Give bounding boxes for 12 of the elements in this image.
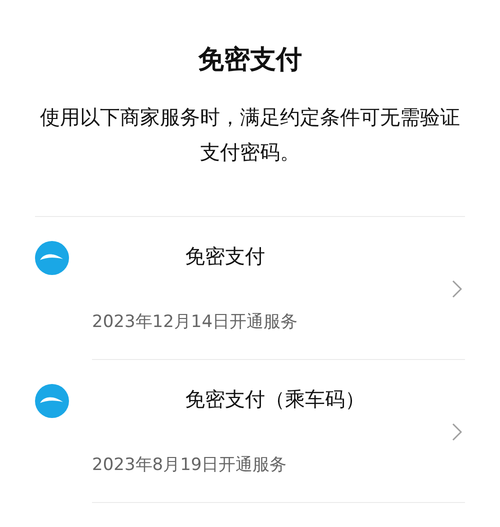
chevron-right-icon [452,423,462,441]
service-item[interactable]: 免密支付 2023年12月14日开通服务 [35,217,465,360]
service-logo-icon [35,384,69,418]
service-date: 2023年8月19日开通服务 [92,454,288,477]
service-item[interactable]: 免密支付（乘车码） 2023年8月19日开通服务 [35,360,465,503]
service-name: 免密支付（乘车码） [184,386,366,413]
page-title: 免密支付 [197,44,303,77]
service-name: 免密支付 [184,243,266,270]
chevron-right-icon [452,280,462,298]
description-text: 使用以下商家服务时，满足约定条件可无需验证支付密码。 [40,104,460,166]
service-date: 2023年12月14日开通服务 [92,311,299,334]
service-logo-icon [35,241,69,275]
